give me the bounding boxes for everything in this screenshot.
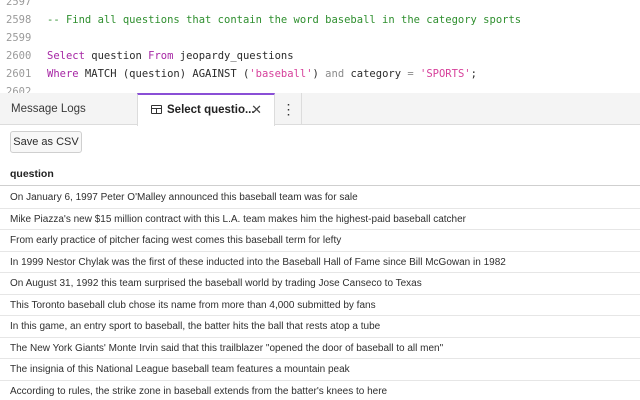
code-token: -- Find all questions that contain the w… [47,14,522,26]
code-token: Where [47,68,79,80]
line-number: 2602 [6,86,32,93]
code-text: Where MATCH (question) AGAINST ('basebal… [47,65,477,83]
tab-message-logs[interactable]: Message Logs [0,93,137,125]
line-number: 2601 [6,68,32,80]
code-line[interactable]: 2599 [0,29,640,47]
line-number: 2600 [6,50,32,62]
code-line[interactable]: 2602 [0,83,640,93]
table-row[interactable]: The insignia of this National League bas… [0,359,640,381]
code-token: and [325,68,345,80]
code-token: MATCH (question) AGAINST ( [78,68,250,80]
table-row[interactable]: In 1999 Nestor Chylak was the first of t… [0,252,640,273]
code-token: category [344,68,408,80]
save-as-csv-button[interactable]: Save as CSV [10,131,82,153]
column-header-question[interactable]: question [0,162,640,186]
line-number: 2599 [6,32,32,44]
table-row[interactable]: On January 6, 1997 Peter O'Malley announ… [0,187,640,209]
code-line[interactable]: 2597 [0,0,640,11]
code-token: From [148,50,174,62]
results-table: On January 6, 1997 Peter O'Malley announ… [0,187,640,400]
code-text: Select question From jeopardy_questions [47,47,294,65]
code-token: 'SPORTS' [420,68,471,80]
table-row[interactable]: This Toronto baseball club chose its nam… [0,295,640,316]
code-token: question [84,50,149,62]
code-token: Select [47,50,85,62]
table-icon [151,105,162,114]
line-number: 2598 [6,14,32,26]
tab-select-questions[interactable]: Select questio... ✕ [137,93,275,126]
code-line[interactable]: 2598 -- Find all questions that contain t… [0,11,640,29]
code-token: ; [470,68,477,80]
results-tab-bar: Message Logs Select questio... ✕ ⋮ [0,93,640,126]
table-row[interactable]: From early practice of pitcher facing we… [0,230,640,252]
code-line[interactable]: 2600 Select question From jeopardy_questi… [0,47,640,65]
more-options-icon[interactable]: ⋮ [276,93,302,125]
code-line[interactable]: 2601 Where MATCH (question) AGAINST ('bas… [0,65,640,83]
close-icon[interactable]: ✕ [251,95,262,125]
table-row[interactable]: On August 31, 1992 this team surprised t… [0,273,640,295]
table-row[interactable]: According to rules, the strike zone in b… [0,381,640,400]
code-text: -- Find all questions that contain the w… [47,11,521,29]
table-row[interactable]: The New York Giants' Monte Irvin said th… [0,338,640,359]
table-row[interactable]: Mike Piazza's new $15 million contract w… [0,209,640,230]
line-number: 2597 [6,0,32,8]
code-token: ) [312,68,326,80]
code-token: jeopardy_questions [173,50,294,62]
table-row[interactable]: In this game, an entry sport to baseball… [0,316,640,338]
code-token: 'baseball' [249,68,313,80]
tab-select-questions-label: Select questio... [167,104,255,116]
tab-message-logs-label: Message Logs [11,103,86,115]
sql-editor[interactable]: 2597 2598 -- Find all questions that conta… [0,0,640,93]
